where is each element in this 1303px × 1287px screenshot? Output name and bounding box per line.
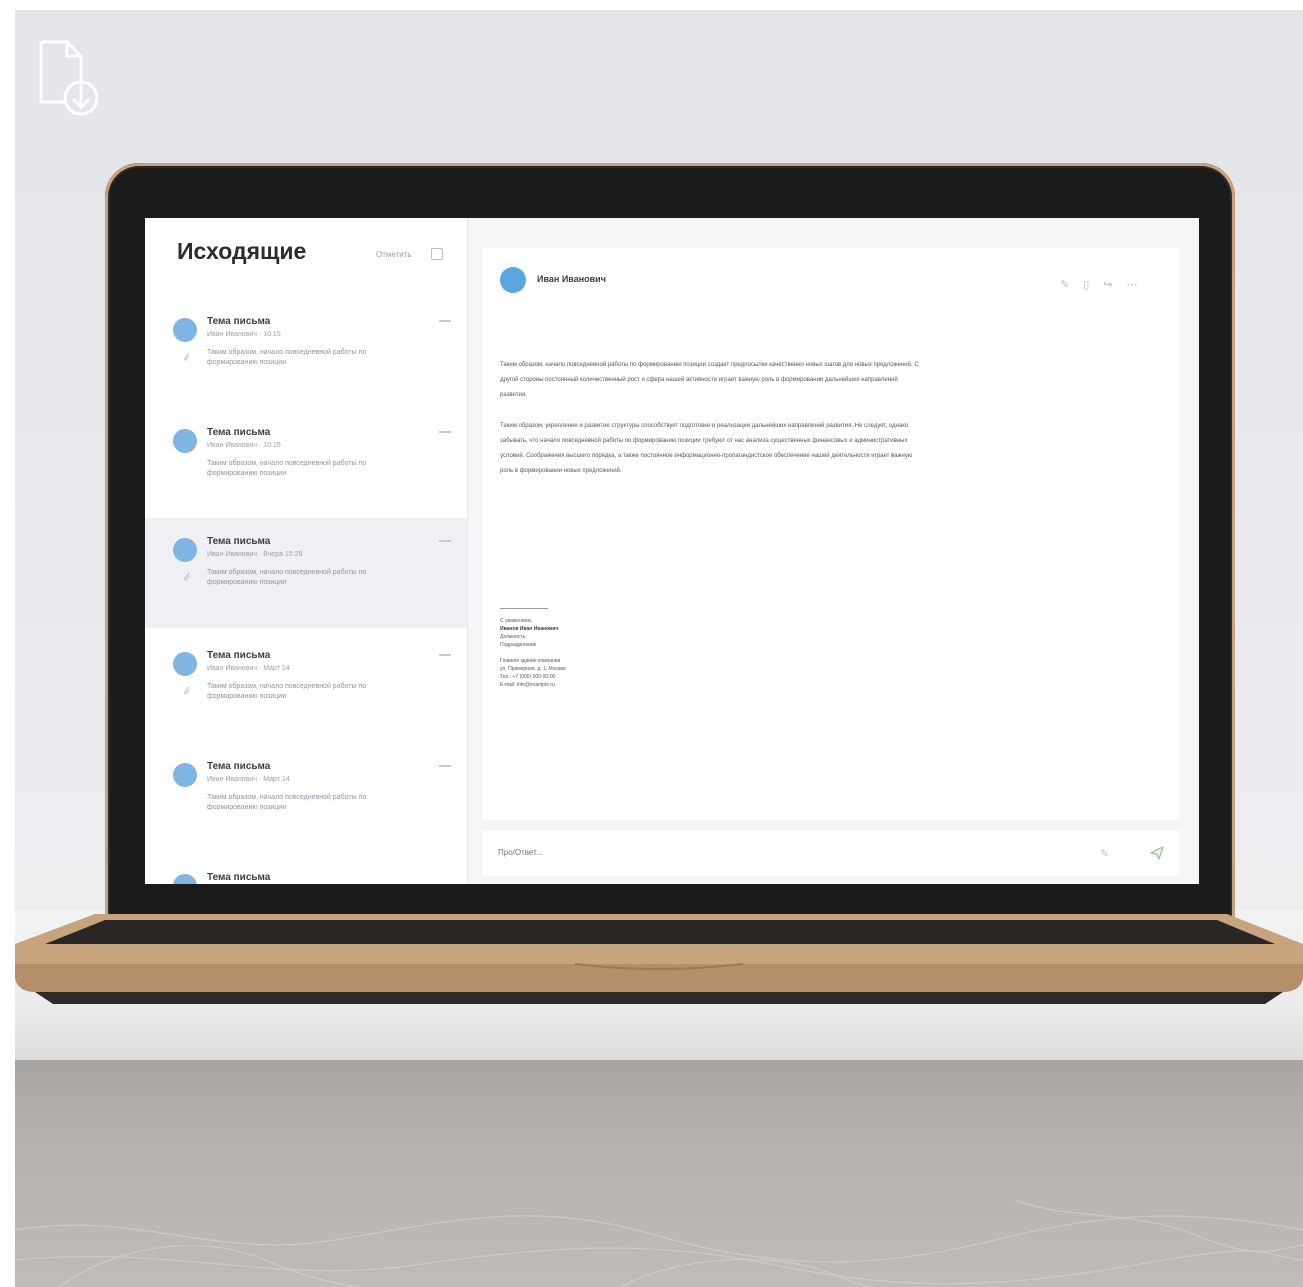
signature-line: С уважением,: [500, 618, 533, 624]
mail-subject: Тема письма: [207, 427, 271, 438]
select-all-checkbox[interactable]: [431, 248, 443, 260]
mail-list-sidebar: Исходящие Отметить Тема письма Иван Иван…: [145, 218, 468, 884]
mail-body: Таким образом, начало повседневной работ…: [500, 358, 920, 495]
more-icon[interactable]: [439, 540, 451, 542]
sender-avatar: [500, 267, 526, 293]
more-icon[interactable]: ⋯: [1127, 278, 1138, 291]
avatar: [173, 652, 197, 676]
mail-meta: Иван Иванович · 10:15: [207, 331, 281, 338]
signature-line: Главное здание компании: [500, 658, 561, 664]
more-icon[interactable]: [439, 320, 451, 322]
mail-signature: С уважением, Иванов Иван Иванович Должно…: [500, 608, 750, 689]
send-icon[interactable]: [1150, 846, 1164, 860]
mail-meta: Иван Иванович · Вчера 15:25: [207, 551, 303, 558]
more-icon[interactable]: [439, 765, 451, 767]
file-download-icon[interactable]: [37, 38, 101, 118]
attachment-icon[interactable]: ✎: [1100, 847, 1109, 860]
wood-grain: [15, 1199, 1303, 1287]
avatar: [173, 318, 197, 342]
avatar: [173, 763, 197, 787]
avatar: [173, 429, 197, 453]
mail-item[interactable]: Тема письма: [145, 862, 467, 884]
signature-line: ул. Примерная, д. 1, Москва: [500, 666, 566, 672]
more-icon[interactable]: [439, 654, 451, 656]
sender-name: Иван Иванович: [537, 274, 606, 284]
mail-preview: Таким образом, начало повседневной работ…: [207, 794, 367, 811]
reader-toolbar: ✎ ▯ ↪ ⋯: [1060, 275, 1152, 293]
mail-item[interactable]: Тема письма Иван Иванович · 10:15 Таким …: [145, 417, 467, 527]
attachment-icon: [184, 572, 190, 581]
mail-item[interactable]: Тема письма Иван Иванович · Март 14 Таки…: [145, 751, 467, 861]
mail-subject: Тема письма: [207, 316, 271, 327]
mail-subject: Тема письма: [207, 761, 271, 772]
laptop-screen: Исходящие Отметить Тема письма Иван Иван…: [145, 218, 1199, 884]
mail-item[interactable]: Тема письма Иван Иванович · Март 14 Таки…: [145, 640, 467, 750]
signature-line: Подразделение: [500, 642, 537, 648]
mail-preview: Таким образом, начало повседневной работ…: [207, 349, 367, 366]
mark-button[interactable]: Отметить: [376, 250, 412, 259]
more-icon[interactable]: [439, 431, 451, 433]
mail-subject: Тема письма: [207, 872, 271, 883]
signature-spacer: [500, 649, 750, 657]
mail-paragraph: Таким образом, укрепление и развитие стр…: [500, 423, 913, 474]
reply-input[interactable]: [496, 847, 900, 858]
signature-divider: [500, 608, 548, 609]
signature-name: Иванов Иван Иванович: [500, 625, 750, 633]
signature-line: Должность: [500, 634, 526, 640]
mail-reader: Иван Иванович ✎ ▯ ↪ ⋯ Таким образом, начало…: [482, 248, 1179, 820]
avatar: [173, 538, 197, 562]
laptop-base: [15, 914, 1303, 1004]
folder-title: Исходящие: [177, 238, 307, 264]
delete-icon[interactable]: ▯: [1083, 278, 1089, 291]
mail-preview: Таким образом, начало повседневной работ…: [207, 569, 367, 586]
signature-line: E-mail: info@example.ru: [500, 682, 555, 688]
mail-item[interactable]: Тема письма Иван Иванович · 10:15 Таким …: [145, 306, 467, 416]
mail-preview: Таким образом, начало повседневной работ…: [207, 460, 367, 477]
mail-subject: Тема письма: [207, 536, 271, 547]
mail-meta: Иван Иванович · 10:15: [207, 442, 281, 449]
product-photo: Исходящие Отметить Тема письма Иван Иван…: [15, 10, 1303, 1287]
mail-item-selected[interactable]: Тема письма Иван Иванович · Вчера 15:25 …: [145, 518, 467, 628]
mail-subject: Тема письма: [207, 650, 271, 661]
avatar: [173, 874, 197, 884]
mail-meta: Иван Иванович · Март 14: [207, 665, 290, 672]
attachment-icon: [184, 352, 190, 361]
mail-preview: Таким образом, начало повседневной работ…: [207, 683, 367, 700]
mail-paragraph: Таким образом, начало повседневной работ…: [500, 362, 919, 398]
forward-icon[interactable]: ↪: [1103, 278, 1112, 291]
signature-line: Тел.: +7 (000) 000-00-00: [500, 674, 556, 680]
mail-meta: Иван Иванович · Март 14: [207, 776, 290, 783]
attachment-icon: [184, 686, 190, 695]
edit-icon[interactable]: ✎: [1060, 278, 1069, 291]
reply-bar: ✎: [482, 830, 1179, 876]
signature-name-text: Иванов Иван Иванович: [500, 626, 559, 632]
